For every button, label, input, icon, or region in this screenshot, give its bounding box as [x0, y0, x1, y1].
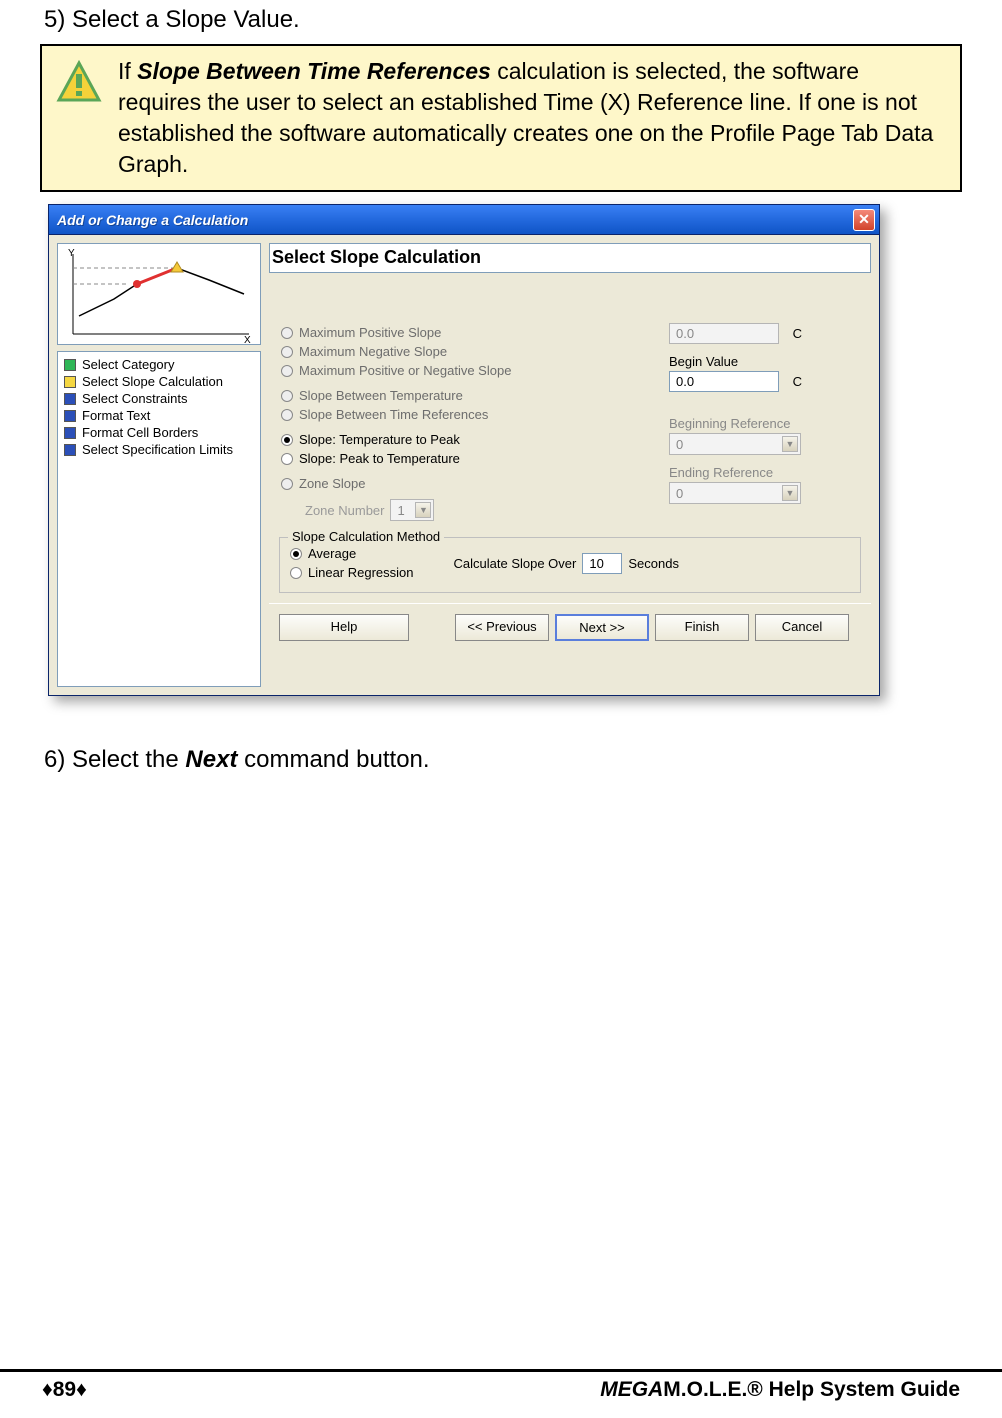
dialog-title: Add or Change a Calculation	[57, 212, 248, 228]
previous-button[interactable]: << Previous	[455, 614, 549, 641]
dialog-button-bar: Help << Previous Next >> Finish Cancel	[269, 603, 871, 651]
chevron-down-icon: ▼	[782, 485, 798, 501]
slope-method-fieldset: Slope Calculation Method Average Linear …	[279, 537, 861, 593]
square-icon	[64, 376, 76, 388]
radio-max-pos-neg[interactable]: Maximum Positive or Negative Slope	[281, 361, 639, 380]
zone-number-row: Zone Number 1▼	[281, 497, 639, 523]
end-ref-combo[interactable]: 0▼	[669, 482, 801, 504]
begin-ref-label: Beginning Reference	[669, 416, 861, 431]
radio-between-temp[interactable]: Slope Between Temperature	[281, 386, 639, 405]
square-icon	[64, 393, 76, 405]
end-ref-label: Ending Reference	[669, 465, 861, 480]
unit-label: C	[793, 326, 802, 341]
radio-icon	[281, 409, 293, 421]
note-box: If Slope Between Time References calcula…	[40, 44, 962, 192]
square-icon	[64, 427, 76, 439]
square-icon	[64, 444, 76, 456]
begin-value-label: Begin Value	[669, 354, 861, 369]
zone-number-combo[interactable]: 1▼	[390, 499, 434, 521]
radio-max-positive[interactable]: Maximum Positive Slope	[281, 323, 639, 342]
close-icon[interactable]: ✕	[853, 209, 875, 231]
slope-options: Maximum Positive Slope Maximum Negative …	[281, 323, 639, 523]
help-button[interactable]: Help	[279, 614, 409, 641]
square-icon	[64, 359, 76, 371]
guide-title: MEGAM.O.L.E.® Help System Guide	[600, 1378, 960, 1402]
page-number: ♦89♦	[42, 1378, 87, 1402]
dialog-titlebar: Add or Change a Calculation ✕	[49, 205, 879, 235]
section-title: Select Slope Calculation	[269, 243, 871, 273]
slope-graph: Y X	[57, 243, 261, 345]
list-item[interactable]: Select Slope Calculation	[62, 373, 256, 390]
svg-text:X: X	[244, 335, 251, 344]
top-value-field[interactable]: 0.0	[669, 323, 779, 344]
list-item[interactable]: Select Specification Limits	[62, 441, 256, 458]
wizard-step-list: Select Category Select Slope Calculation…	[57, 351, 261, 687]
dialog-add-change-calculation: Add or Change a Calculation ✕ Y X	[48, 204, 880, 696]
radio-max-negative[interactable]: Maximum Negative Slope	[281, 342, 639, 361]
radio-average[interactable]: Average	[290, 544, 414, 563]
step-6-text: 6) Select the Next command button.	[44, 746, 962, 774]
calc-seconds-field[interactable]: 10	[582, 553, 622, 574]
unit-label: C	[793, 374, 802, 389]
calc-over-row: Calculate Slope Over 10 Seconds	[454, 553, 679, 574]
list-item[interactable]: Select Category	[62, 356, 256, 373]
svg-text:Y: Y	[68, 248, 75, 259]
radio-zone-slope[interactable]: Zone Slope	[281, 474, 639, 493]
finish-button[interactable]: Finish	[655, 614, 749, 641]
radio-icon	[290, 567, 302, 579]
cancel-button[interactable]: Cancel	[755, 614, 849, 641]
fieldset-legend: Slope Calculation Method	[288, 529, 444, 544]
radio-icon	[281, 365, 293, 377]
radio-icon	[281, 434, 293, 446]
radio-linear-regression[interactable]: Linear Regression	[290, 563, 414, 582]
radio-icon	[281, 478, 293, 490]
radio-temp-to-peak[interactable]: Slope: Temperature to Peak	[281, 430, 639, 449]
warning-icon	[56, 60, 102, 111]
radio-icon	[290, 548, 302, 560]
next-button[interactable]: Next >>	[555, 614, 649, 641]
page-footer: ♦89♦ MEGAM.O.L.E.® Help System Guide	[0, 1369, 1002, 1402]
list-item[interactable]: Select Constraints	[62, 390, 256, 407]
step-5-text: 5) Select a Slope Value.	[44, 6, 962, 34]
list-item[interactable]: Format Text	[62, 407, 256, 424]
radio-icon	[281, 453, 293, 465]
begin-ref-combo[interactable]: 0▼	[669, 433, 801, 455]
radio-icon	[281, 346, 293, 358]
list-item[interactable]: Format Cell Borders	[62, 424, 256, 441]
chevron-down-icon: ▼	[782, 436, 798, 452]
radio-between-time[interactable]: Slope Between Time References	[281, 405, 639, 424]
radio-icon	[281, 327, 293, 339]
note-text: If Slope Between Time References calcula…	[118, 56, 946, 180]
chevron-down-icon: ▼	[415, 502, 431, 518]
square-icon	[64, 410, 76, 422]
radio-icon	[281, 390, 293, 402]
begin-value-field[interactable]: 0.0	[669, 371, 779, 392]
radio-peak-to-temp[interactable]: Slope: Peak to Temperature	[281, 449, 639, 468]
